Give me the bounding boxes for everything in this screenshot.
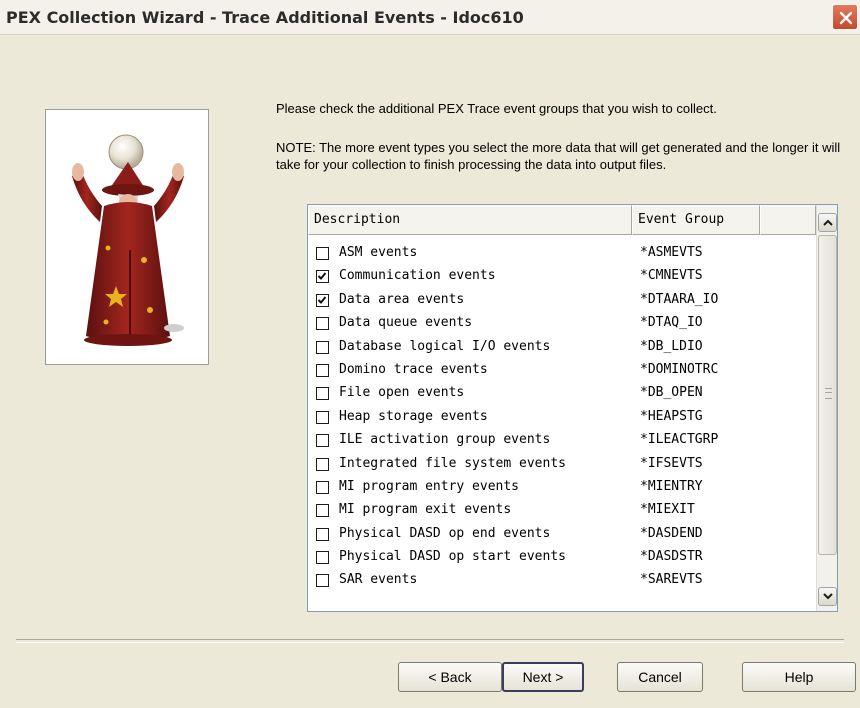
table-row[interactable]: Communication events *CMNEVTS — [308, 266, 816, 289]
event-group-code: *IFSEVTS — [640, 455, 703, 471]
checkmark-icon — [317, 272, 327, 281]
event-group-code: *DTAARA_IO — [640, 291, 719, 307]
event-group-code: *DTAQ_IO — [640, 315, 703, 331]
wizard-icon — [72, 134, 184, 346]
scroll-thumb[interactable] — [818, 235, 837, 555]
event-rows: ASM events *ASMEVTS Communication events *C… — [308, 243, 816, 594]
event-group-code: *ILEACTGRP — [640, 432, 719, 448]
table-row[interactable]: Physical DASD op start events *DASDSTR — [308, 547, 816, 570]
event-description: Communication events — [339, 268, 496, 284]
table-row[interactable]: Heap storage events *HEAPSTG — [308, 407, 816, 430]
scroll-up-button[interactable] — [818, 213, 837, 232]
event-group-code: *SAREVTS — [640, 572, 703, 588]
event-description: SAR events — [339, 572, 418, 588]
table-row[interactable]: ASM events *ASMEVTS — [308, 243, 816, 266]
event-description: Heap storage events — [339, 408, 488, 424]
arrow-up-icon — [823, 219, 833, 226]
event-checkbox[interactable] — [316, 504, 329, 518]
event-checkbox[interactable] — [316, 247, 329, 260]
help-button[interactable]: Help — [742, 662, 856, 692]
close-button[interactable] — [832, 4, 858, 30]
table-row[interactable]: SAR events *SAREVTS — [308, 570, 816, 593]
footer-separator — [16, 639, 844, 643]
table-row[interactable]: Domino trace events *DOMINOTRC — [308, 360, 816, 383]
close-icon — [839, 11, 853, 25]
event-description: File open events — [339, 385, 465, 401]
event-description: Integrated file system events — [339, 455, 566, 471]
table-row[interactable]: Database logical I/O events *DB_LDIO — [308, 337, 816, 360]
table-row[interactable]: MI program exit events *MIEXIT — [308, 500, 816, 523]
table-row[interactable]: Data queue events *DTAQ_IO — [308, 313, 816, 336]
event-checkbox[interactable] — [316, 434, 329, 448]
event-description: MI program entry events — [339, 478, 520, 494]
column-header-event-group[interactable]: Event Group — [632, 205, 760, 235]
event-checkbox[interactable] — [316, 410, 329, 424]
event-groups-list[interactable]: Description Event Group ASM events *ASMEV… — [307, 204, 838, 612]
event-checkbox[interactable] — [316, 363, 329, 377]
event-description: Data queue events — [339, 315, 473, 331]
table-row[interactable]: Data area events *DTAARA_IO — [308, 290, 816, 313]
event-checkbox[interactable] — [316, 551, 329, 565]
event-group-code: *DB_LDIO — [640, 338, 703, 354]
event-description: Data area events — [339, 291, 465, 307]
event-group-code: *DB_OPEN — [640, 385, 703, 401]
event-checkbox[interactable] — [316, 317, 329, 331]
event-checkbox[interactable] — [316, 293, 329, 307]
event-description: ASM events — [339, 245, 418, 260]
event-group-code: *MIENTRY — [640, 478, 703, 494]
column-header-filler — [760, 205, 816, 235]
note-text: NOTE: The more event types you select th… — [276, 140, 841, 172]
event-checkbox[interactable] — [316, 270, 329, 284]
event-description: Database logical I/O events — [339, 338, 551, 354]
event-description: Physical DASD op start events — [339, 549, 566, 565]
event-group-code: *MIEXIT — [640, 502, 695, 518]
back-button[interactable]: < Back — [398, 662, 502, 692]
wizard-illustration — [45, 109, 209, 365]
event-group-code: *HEAPSTG — [640, 408, 703, 424]
event-checkbox[interactable] — [316, 387, 329, 401]
grip-icon — [825, 388, 832, 399]
table-row[interactable]: ILE activation group events *ILEACTGRP — [308, 430, 816, 453]
checkmark-icon — [317, 296, 327, 304]
table-row[interactable]: Integrated file system events *IFSEVTS — [308, 454, 816, 477]
table-row[interactable]: MI program entry events *MIENTRY — [308, 477, 816, 500]
event-checkbox[interactable] — [316, 574, 329, 588]
cancel-button[interactable]: Cancel — [617, 662, 703, 692]
event-description: ILE activation group events — [339, 432, 551, 448]
title-bar: PEX Collection Wizard - Trace Additional… — [0, 0, 860, 35]
table-row[interactable]: Physical DASD op end events *DASDEND — [308, 524, 816, 547]
event-group-code: *DASDSTR — [640, 549, 703, 565]
window-title: PEX Collection Wizard - Trace Additional… — [6, 8, 524, 27]
event-description: MI program exit events — [339, 502, 512, 518]
arrow-down-icon — [823, 593, 833, 600]
event-checkbox[interactable] — [316, 527, 329, 541]
event-checkbox[interactable] — [316, 480, 329, 494]
event-checkbox[interactable] — [316, 340, 329, 354]
column-header-description[interactable]: Description — [308, 205, 632, 235]
event-description: Domino trace events — [339, 361, 488, 377]
event-group-code: *DOMINOTRC — [640, 361, 719, 377]
next-button[interactable]: Next > — [502, 662, 584, 692]
event-group-code: *ASMEVTS — [640, 245, 703, 260]
event-description: Physical DASD op end events — [339, 525, 551, 541]
table-row[interactable]: File open events *DB_OPEN — [308, 383, 816, 406]
event-group-code: *DASDEND — [640, 525, 703, 541]
event-checkbox[interactable] — [316, 457, 329, 471]
instruction-text: Please check the additional PEX Trace ev… — [276, 101, 717, 116]
event-group-code: *CMNEVTS — [640, 268, 703, 284]
scroll-down-button[interactable] — [818, 587, 837, 606]
vertical-scrollbar[interactable] — [816, 205, 837, 611]
